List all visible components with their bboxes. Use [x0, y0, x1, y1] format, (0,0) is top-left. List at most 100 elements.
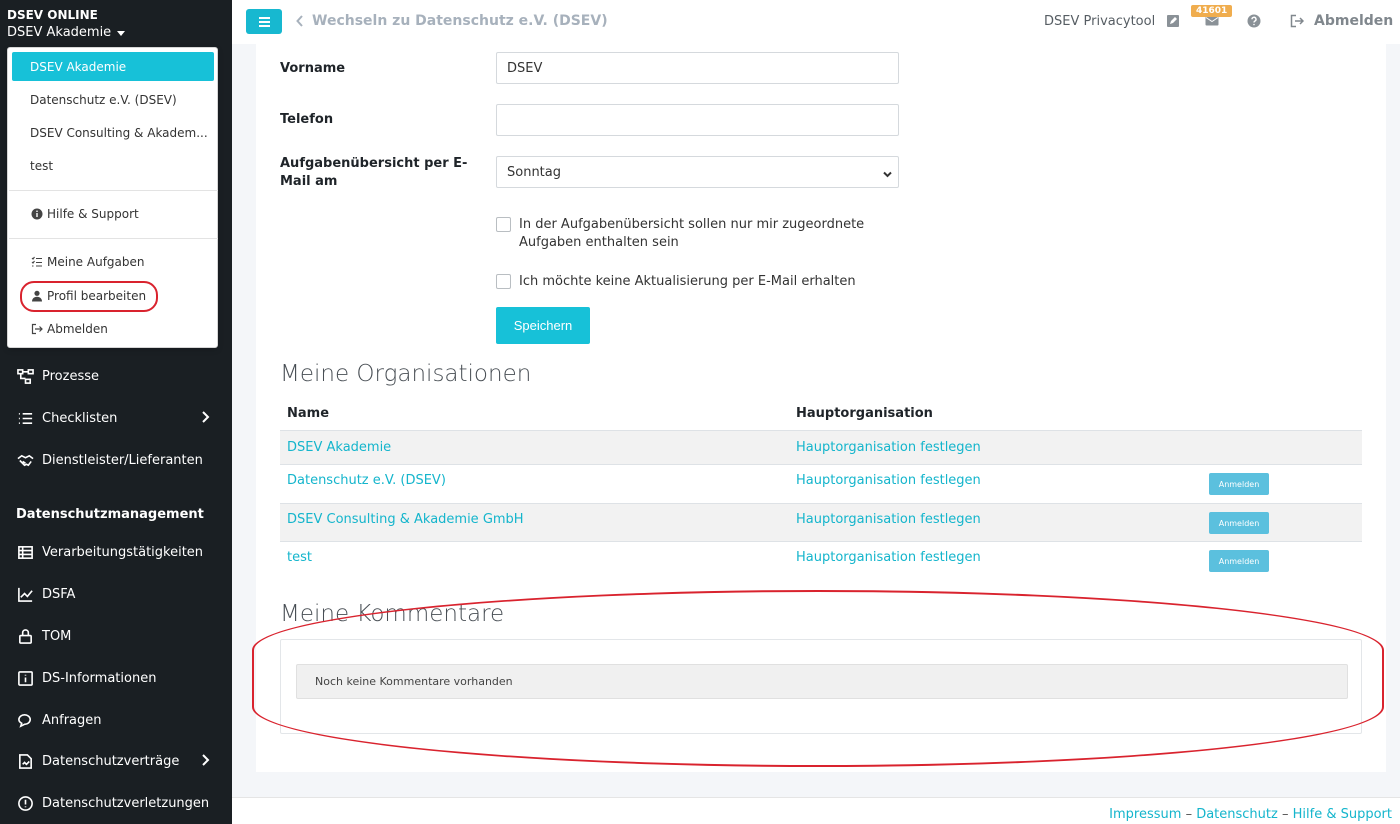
file-signature-icon [16, 752, 34, 770]
nav-item-ds-informationen[interactable]: DS-Informationen [16, 666, 216, 690]
aufgaben-label: Aufgabenübersicht per E-Mail am [280, 156, 468, 189]
nav-label: DS-Informationen [42, 670, 157, 686]
tasks-icon [30, 256, 43, 269]
dropdown-help-label: Hilfe & Support [47, 207, 139, 221]
nav-label: DSFA [42, 586, 76, 602]
nav-item-dienstleister[interactable]: Dienstleister/Lieferanten [16, 448, 216, 472]
nav-item-tom[interactable]: TOM [16, 624, 216, 648]
login-org-button[interactable]: Anmelden [1209, 550, 1269, 572]
nav-item-verarbeitungstaetigkeiten[interactable]: Verarbeitungstätigkeiten [16, 540, 216, 564]
list-icon [16, 409, 34, 427]
footer-datenschutz-link[interactable]: Datenschutz [1196, 807, 1278, 822]
table-row: DSEV Akademie Hauptorganisation festlege… [280, 430, 1362, 464]
login-org-button[interactable]: Anmelden [1209, 473, 1269, 495]
footer: Impressum – Datenschutz – Hilfe & Suppor… [232, 797, 1400, 824]
nav-section-title: Datenschutzmanagement [16, 507, 204, 522]
dropdown-divider [9, 238, 218, 239]
handshake-icon [16, 451, 34, 469]
dropdown-org-item[interactable]: DSEV Consulting & Akadem... [12, 119, 214, 147]
organisations-title: Meine Organisationen [280, 361, 532, 387]
nav-label: Datenschutzverletzungen [42, 795, 210, 811]
switch-org-link[interactable]: Wechseln zu Datenschutz e.V. (DSEV) [296, 13, 608, 29]
nav-item-anfragen[interactable]: Anfragen [16, 708, 216, 732]
footer-impressum-link[interactable]: Impressum [1109, 807, 1181, 822]
lock-icon [16, 627, 34, 645]
org-name-link[interactable]: test [287, 550, 312, 565]
sitemap-icon [16, 367, 34, 385]
save-button[interactable]: Speichern [496, 307, 590, 344]
chevron-right-icon [200, 410, 210, 428]
dropdown-tasks-label: Meine Aufgaben [47, 255, 145, 269]
org-name-link[interactable]: DSEV Consulting & Akademie GmbH [287, 512, 524, 527]
vorname-label: Vorname [280, 61, 346, 76]
comments-icon [16, 711, 34, 729]
footer-sep: – [1281, 807, 1289, 822]
nav-label: TOM [42, 628, 72, 644]
dropdown-help[interactable]: Hilfe & Support [12, 200, 214, 228]
own-tasks-checkbox[interactable] [496, 217, 511, 232]
aufgaben-select[interactable]: Sonntag [496, 156, 899, 188]
highlight-oval-profile [20, 281, 158, 312]
nav-item-dsfa[interactable]: DSFA [16, 582, 216, 606]
dropdown-org-item-active[interactable]: DSEV Akademie [12, 52, 214, 81]
exclamation-circle-icon [16, 794, 34, 812]
info-circle-icon [30, 208, 43, 221]
footer-links: Impressum – Datenschutz – Hilfe & Suppor… [1109, 807, 1392, 822]
no-updates-checkbox[interactable] [496, 274, 511, 289]
vorname-value: DSEV [507, 60, 543, 76]
column-header-main: Hauptorganisation [796, 406, 933, 421]
chart-line-icon [16, 585, 34, 603]
set-main-link[interactable]: Hauptorganisation festlegen [796, 440, 981, 455]
no-updates-label: Ich möchte keine Aktualisierung per E-Ma… [519, 274, 856, 289]
sign-out-icon [30, 323, 43, 336]
org-name-link[interactable]: DSEV Akademie [287, 440, 391, 455]
org-selector-label: DSEV Akademie [7, 25, 112, 40]
table-list-icon [16, 543, 34, 561]
hamburger-icon [258, 20, 270, 23]
question-circle-icon[interactable] [1247, 14, 1263, 30]
dropdown-logout[interactable]: Abmelden [12, 315, 214, 343]
dropdown-org-item[interactable]: test [12, 152, 214, 180]
nav-label: Checklisten [42, 410, 118, 426]
column-header-name: Name [287, 406, 330, 421]
logout-top-label: Abmelden [1314, 13, 1394, 29]
table-row: DSEV Consulting & Akademie GmbH Hauptorg… [280, 503, 1362, 541]
telefon-input[interactable] [496, 104, 899, 136]
tool-name: DSEV Privacytool [1044, 14, 1156, 29]
telefon-label: Telefon [280, 112, 334, 127]
sign-out-icon [1290, 14, 1304, 28]
nav-label: Dienstleister/Lieferanten [42, 452, 203, 468]
dropdown-divider [9, 190, 218, 191]
nav-item-prozesse[interactable]: Prozesse [16, 364, 216, 388]
org-selector[interactable]: DSEV Akademie [7, 25, 126, 40]
footer-sep: – [1185, 807, 1193, 822]
org-name-link[interactable]: Datenschutz e.V. (DSEV) [287, 473, 446, 488]
nav-item-checklisten[interactable]: Checklisten [16, 406, 216, 430]
chevron-right-icon [200, 753, 210, 771]
dropdown-tasks[interactable]: Meine Aufgaben [12, 248, 214, 276]
info-square-icon [16, 669, 34, 687]
login-org-button[interactable]: Anmelden [1209, 512, 1269, 534]
checkbox-row-no-updates: Ich möchte keine Aktualisierung per E-Ma… [496, 273, 896, 291]
aufgaben-select-value: Sonntag [507, 164, 561, 180]
own-tasks-label: In der Aufgabenübersicht sollen nur mir … [519, 217, 865, 250]
dropdown-org-item[interactable]: Datenschutz e.V. (DSEV) [12, 86, 214, 114]
nav-label: Anfragen [42, 712, 102, 728]
footer-hilfe-link[interactable]: Hilfe & Support [1293, 807, 1392, 822]
notification-badge: 41601 [1191, 5, 1233, 17]
caret-down-icon [117, 31, 126, 36]
dropdown-logout-label: Abmelden [47, 322, 108, 336]
logout-top-link[interactable]: Abmelden [1290, 13, 1393, 29]
nav-item-datenschutzverletzungen[interactable]: Datenschutzverletzungen [16, 791, 216, 815]
checkbox-row-own-tasks: In der Aufgabenübersicht sollen nur mir … [496, 216, 896, 252]
edit-icon[interactable] [1166, 14, 1182, 30]
nav-label: Verarbeitungstätigkeiten [42, 544, 204, 560]
set-main-link[interactable]: Hauptorganisation festlegen [796, 550, 981, 565]
set-main-link[interactable]: Hauptorganisation festlegen [796, 473, 981, 488]
topbar: Wechseln zu Datenschutz e.V. (DSEV) DSEV… [232, 0, 1400, 44]
set-main-link[interactable]: Hauptorganisation festlegen [796, 512, 981, 527]
vorname-input[interactable]: DSEV [496, 52, 899, 84]
nav-item-datenschutzvertraege[interactable]: Datenschutzverträge [16, 749, 216, 773]
brand-title: DSEV ONLINE [7, 8, 98, 22]
menu-toggle-button[interactable] [246, 9, 282, 34]
